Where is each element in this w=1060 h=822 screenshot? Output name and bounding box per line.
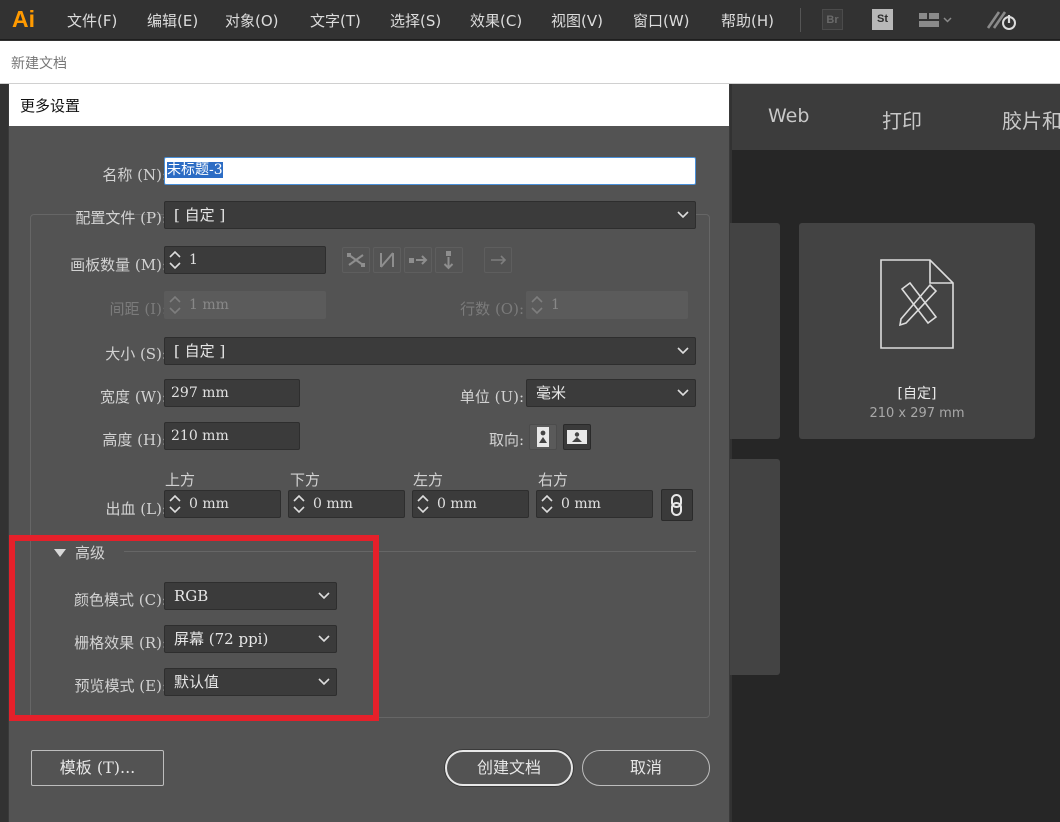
chevron-down-icon	[677, 211, 689, 219]
units-label: 单位 (U):	[459, 388, 524, 406]
document-title-bar: 新建文档	[0, 41, 1060, 84]
arrange-grid-by-column-icon[interactable]	[373, 247, 401, 273]
dialog-title: 更多设置	[20, 97, 81, 115]
stepper-icon	[169, 295, 181, 315]
units-value: 毫米	[536, 384, 567, 402]
stepper-icon[interactable]	[168, 493, 182, 515]
tab-film-video[interactable]: 胶片和	[1002, 105, 1060, 134]
chevron-down-icon	[677, 347, 689, 355]
bleed-left-input[interactable]: 0 mm	[412, 490, 529, 518]
stepper-icon[interactable]	[292, 493, 306, 515]
landscape-icon	[567, 430, 587, 444]
link-bleed-button[interactable]	[661, 489, 693, 521]
height-value: 210 mm	[171, 428, 229, 444]
preset-card[interactable]	[722, 459, 780, 675]
stepper-icon	[531, 295, 543, 315]
bleed-left-label: 左方	[413, 471, 444, 489]
size-value: [ 自定 ]	[174, 342, 226, 360]
workspace-layout-icon[interactable]	[918, 11, 952, 29]
rows-input[interactable]: 1	[526, 291, 688, 319]
bleed-bottom-value: 0 mm	[313, 496, 353, 512]
profile-select[interactable]: [ 自定 ]	[164, 201, 696, 229]
preset-gallery: [自定] 210 x 297 mm	[722, 150, 1060, 822]
units-select[interactable]: 毫米	[526, 379, 696, 407]
preset-card[interactable]	[722, 223, 780, 439]
right-to-left-layout-icon[interactable]	[484, 247, 512, 273]
dialog-title-bar: 更多设置	[9, 84, 729, 126]
size-label: 大小 (S):	[105, 345, 167, 363]
width-value: 297 mm	[171, 385, 229, 401]
menu-type[interactable]: 文字(T)	[310, 10, 361, 31]
rows-value: 1	[551, 297, 560, 313]
bleed-right-value: 0 mm	[561, 496, 601, 512]
arrange-grid-by-row-icon[interactable]	[342, 247, 370, 273]
spacing-value: 1 mm	[189, 297, 229, 313]
rows-label: 行数 (O):	[460, 300, 524, 318]
portrait-icon	[537, 427, 549, 447]
illustrator-logo: Ai	[12, 6, 35, 32]
width-label: 宽度 (W):	[100, 388, 167, 406]
bleed-top-label: 上方	[165, 471, 196, 489]
menu-window[interactable]: 窗口(W)	[633, 10, 690, 31]
preset-card-size: 210 x 297 mm	[869, 406, 965, 421]
document-name-input[interactable]: 未标题-3	[164, 157, 696, 185]
artboards-input[interactable]: 1	[164, 246, 326, 274]
name-label: 名称 (N):	[102, 166, 167, 184]
bridge-button[interactable]: Br	[822, 9, 843, 30]
chevron-down-icon	[677, 389, 689, 397]
width-input[interactable]: 297 mm	[164, 379, 300, 407]
profile-value: [ 自定 ]	[174, 206, 226, 224]
artboards-label: 画板数量 (M):	[70, 256, 167, 274]
custom-document-icon	[880, 259, 954, 349]
menu-file[interactable]: 文件(F)	[67, 10, 117, 31]
orientation-label: 取向:	[488, 431, 524, 449]
cancel-button[interactable]: 取消	[582, 750, 710, 786]
link-icon	[671, 494, 682, 516]
preset-category-tabs: Web 打印 胶片和	[732, 84, 1060, 150]
profile-label: 配置文件 (P):	[75, 209, 167, 227]
menu-separator	[800, 8, 801, 32]
bleed-top-value: 0 mm	[189, 496, 229, 512]
height-label: 高度 (H):	[102, 431, 167, 449]
create-document-button[interactable]: 创建文档	[445, 750, 573, 786]
arrange-by-row-icon[interactable]	[404, 247, 432, 273]
arrange-by-column-icon[interactable]	[435, 247, 463, 273]
stepper-icon[interactable]	[540, 493, 554, 515]
size-select[interactable]: [ 自定 ]	[164, 337, 696, 365]
spacing-label: 间距 (I):	[109, 300, 167, 318]
bleed-right-label: 右方	[538, 471, 569, 489]
preset-card-custom[interactable]: [自定] 210 x 297 mm	[799, 223, 1035, 439]
portrait-orientation-button[interactable]	[529, 424, 557, 450]
menu-select[interactable]: 选择(S)	[390, 10, 441, 31]
bleed-bottom-input[interactable]: 0 mm	[288, 490, 405, 518]
preset-card-label: [自定]	[897, 386, 937, 402]
bleed-bottom-label: 下方	[290, 471, 321, 489]
highlight-annotation-box	[9, 535, 379, 721]
bleed-right-input[interactable]: 0 mm	[536, 490, 653, 518]
templates-button[interactable]: 模板 (T)...	[31, 750, 164, 786]
bleed-left-value: 0 mm	[437, 496, 477, 512]
tab-print[interactable]: 打印	[882, 105, 922, 134]
artboards-value: 1	[189, 252, 198, 268]
menu-edit[interactable]: 编辑(E)	[147, 10, 198, 31]
document-title: 新建文档	[11, 56, 67, 72]
menu-bar: Ai 文件(F) 编辑(E) 对象(O) 文字(T) 选择(S) 效果(C) 视…	[0, 0, 1060, 40]
document-name-value: 未标题-3	[167, 162, 223, 178]
landscape-orientation-button[interactable]	[563, 424, 591, 450]
tab-web[interactable]: Web	[768, 105, 809, 127]
stepper-icon[interactable]	[416, 493, 430, 515]
menu-help[interactable]: 帮助(H)	[721, 10, 774, 31]
gpu-performance-icon[interactable]	[985, 8, 1021, 32]
height-input[interactable]: 210 mm	[164, 422, 300, 450]
menu-view[interactable]: 视图(V)	[551, 10, 603, 31]
stepper-icon[interactable]	[168, 249, 182, 271]
spacing-input[interactable]: 1 mm	[164, 291, 326, 319]
stock-button[interactable]: St	[872, 9, 893, 30]
menu-object[interactable]: 对象(O)	[225, 10, 279, 31]
bleed-label: 出血 (L):	[105, 500, 168, 518]
menu-effect[interactable]: 效果(C)	[470, 10, 522, 31]
bleed-top-input[interactable]: 0 mm	[164, 490, 281, 518]
